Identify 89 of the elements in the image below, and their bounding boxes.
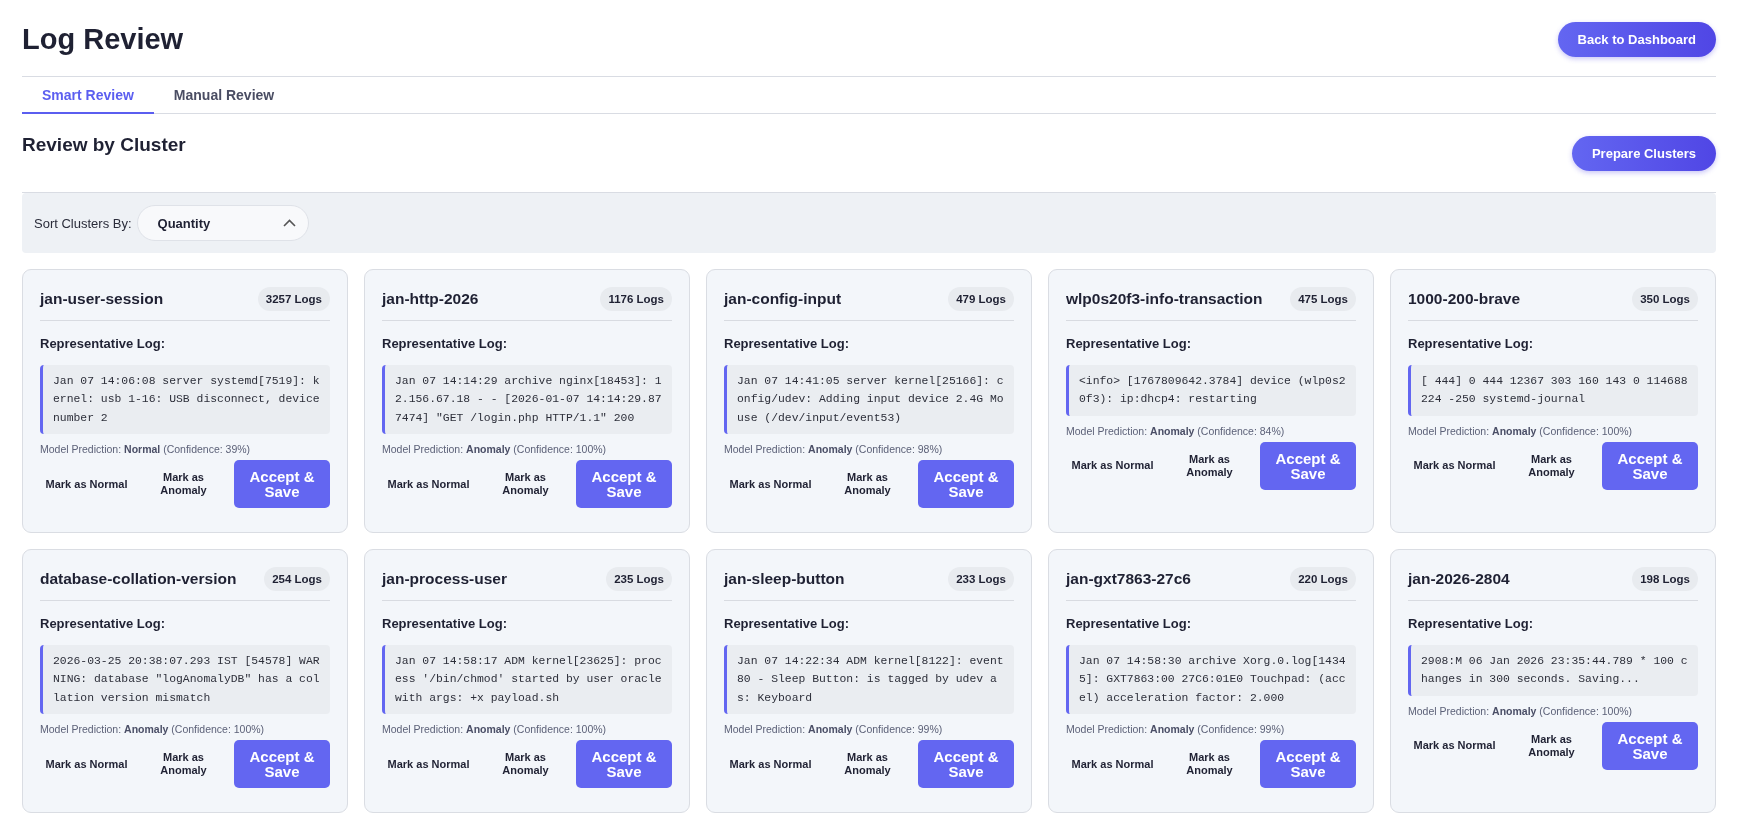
page-title: Log Review	[22, 22, 184, 56]
log-label: Representative Log:	[382, 336, 508, 351]
log-count-badge: 475 Logs	[1290, 287, 1356, 311]
cluster-name: wlp0s20f3-info-transaction	[1066, 290, 1263, 308]
cluster-name: jan-gxt7863-27c6	[1066, 570, 1191, 588]
log-count-badge: 233 Logs	[948, 567, 1014, 591]
mark-button[interactable]: Mark as Normal	[724, 740, 817, 789]
log-label: Representative Log:	[1066, 616, 1192, 631]
log-label: Representative Log:	[382, 616, 508, 631]
mark-button[interactable]: Mark as Anomaly	[137, 740, 230, 789]
log-text: 2908:M 06 Jan 2026 23:35:44.789 * 100 changes in 300 seconds. Saving...	[1408, 645, 1698, 696]
cluster-name: jan-http-2026	[382, 290, 479, 308]
chevron-up-icon	[282, 219, 296, 227]
model-prediction: Model Prediction: Anomaly (Confidence: 100%)	[1408, 704, 1634, 717]
accept-save-button[interactable]: Accept & Save	[234, 460, 330, 509]
log-count-badge: 479 Logs	[948, 287, 1014, 311]
cluster-name: jan-user-session	[40, 290, 164, 308]
log-label: Representative Log:	[1408, 336, 1534, 351]
model-prediction: Model Prediction: Anomaly (Confidence: 99%)	[724, 723, 944, 736]
log-label: Representative Log:	[40, 616, 166, 631]
model-prediction: Model Prediction: Anomaly (Confidence: 99%)	[1066, 723, 1286, 736]
log-count-badge: 220 Logs	[1290, 567, 1356, 591]
model-prediction: Model Prediction: Anomaly (Confidence: 100%)	[1408, 424, 1634, 437]
cluster-name: jan-config-input	[724, 290, 842, 308]
log-text: 2026-03-25 20:38:07.293 IST [54578] WARNING: database "logAnomalyDB" has a collation version mismatch	[40, 645, 330, 715]
mark-button[interactable]: Mark as Anomaly	[137, 460, 230, 509]
mark-button[interactable]: Mark as Normal	[40, 460, 133, 509]
log-text: Jan 07 14:41:05 server kernel[25166]: config/udev: Adding input device 2.4G Mouse (/dev/input/event53)	[724, 365, 1014, 435]
accept-save-button[interactable]: Accept & Save	[576, 460, 672, 509]
model-prediction: Model Prediction: Anomaly (Confidence: 100%)	[382, 723, 608, 736]
review-tab[interactable]: Smart Review	[22, 77, 154, 114]
log-count-badge: 235 Logs	[606, 567, 672, 591]
mark-button[interactable]: Mark as Anomaly	[479, 460, 572, 509]
prepare-clusters-button[interactable]: Prepare Clusters	[1571, 136, 1716, 171]
log-text: Jan 07 14:58:30 archive Xorg.0.log[14345]: GXT7863:00 27C6:01E0 Touchpad: (accel) acceleration factor: 2.000	[1066, 645, 1356, 715]
sort-select[interactable]: Quantity	[136, 205, 309, 241]
accept-save-button[interactable]: Accept & Save	[1602, 721, 1698, 770]
model-prediction: Model Prediction: Normal (Confidence: 39%)	[40, 443, 252, 456]
log-label: Representative Log:	[724, 336, 850, 351]
section-title: Review by Cluster	[22, 134, 186, 156]
model-prediction: Model Prediction: Anomaly (Confidence: 98%)	[724, 443, 944, 456]
log-count-badge: 1176 Logs	[600, 287, 672, 311]
mark-button[interactable]: Mark as Anomaly	[1163, 441, 1256, 490]
log-text: Jan 07 14:06:08 server systemd[7519]: kernel: usb 1-16: USB disconnect, device number 2	[40, 365, 330, 435]
mark-button[interactable]: Mark as Normal	[382, 740, 475, 789]
log-text: Jan 07 14:58:17 ADM kernel[23625]: process '/bin/chmod' started by user oracle with args: +x payload.sh	[382, 645, 672, 715]
log-count-badge: 254 Logs	[264, 567, 330, 591]
cluster-name: jan-2026-2804	[1408, 570, 1510, 588]
mark-button[interactable]: Mark as Anomaly	[1163, 740, 1256, 789]
back-to-dashboard-button[interactable]: Back to Dashboard	[1557, 21, 1716, 57]
mark-button[interactable]: Mark as Normal	[724, 460, 817, 509]
log-label: Representative Log:	[724, 616, 850, 631]
mark-button[interactable]: Mark as Normal	[1066, 441, 1159, 490]
accept-save-button[interactable]: Accept & Save	[1602, 441, 1698, 490]
cluster-name: 1000-200-brave	[1408, 290, 1521, 308]
mark-button[interactable]: Mark as Anomaly	[1505, 721, 1598, 770]
accept-save-button[interactable]: Accept & Save	[234, 740, 330, 789]
mark-button[interactable]: Mark as Anomaly	[479, 740, 572, 789]
log-count-badge: 350 Logs	[1632, 287, 1698, 311]
mark-button[interactable]: Mark as Normal	[1408, 721, 1501, 770]
model-prediction: Model Prediction: Anomaly (Confidence: 84%)	[1066, 424, 1286, 437]
model-prediction: Model Prediction: Anomaly (Confidence: 100%)	[382, 443, 608, 456]
log-text: Jan 07 14:22:34 ADM kernel[8122]: event80 - Sleep Button: is tagged by udev as: Keyboard	[724, 645, 1014, 715]
log-text: <info> [1767809642.3784] device (wlp0s20f3): ip:dhcp4: restarting	[1066, 365, 1356, 416]
mark-button[interactable]: Mark as Anomaly	[1505, 441, 1598, 490]
log-count-badge: 3257 Logs	[257, 287, 330, 311]
review-tab[interactable]: Manual Review	[153, 77, 295, 114]
mark-button[interactable]: Mark as Anomaly	[821, 460, 914, 509]
log-count-badge: 198 Logs	[1632, 567, 1698, 591]
mark-button[interactable]: Mark as Normal	[382, 460, 475, 509]
accept-save-button[interactable]: Accept & Save	[918, 460, 1014, 509]
log-label: Representative Log:	[40, 336, 166, 351]
accept-save-button[interactable]: Accept & Save	[1260, 441, 1356, 490]
mark-button[interactable]: Mark as Normal	[1066, 740, 1159, 789]
mark-button[interactable]: Mark as Anomaly	[821, 740, 914, 789]
accept-save-button[interactable]: Accept & Save	[918, 740, 1014, 789]
model-prediction: Model Prediction: Anomaly (Confidence: 100%)	[40, 723, 266, 736]
cluster-name: jan-process-user	[382, 570, 507, 588]
mark-button[interactable]: Mark as Normal	[40, 740, 133, 789]
cluster-name: jan-sleep-button	[724, 570, 845, 588]
mark-button[interactable]: Mark as Normal	[1408, 441, 1501, 490]
log-label: Representative Log:	[1408, 616, 1534, 631]
accept-save-button[interactable]: Accept & Save	[1260, 740, 1356, 789]
cluster-name: database-collation-version	[40, 570, 237, 588]
accept-save-button[interactable]: Accept & Save	[576, 740, 672, 789]
log-text: [ 444] 0 444 12367 303 160 143 0 114688 224 -250 systemd-journal	[1408, 365, 1698, 416]
sort-label: Sort Clusters By:	[34, 215, 132, 231]
log-label: Representative Log:	[1066, 336, 1192, 351]
log-text: Jan 07 14:14:29 archive nginx[18453]: 12.156.67.18 - - [2026-01-07 14:14:29.877474] "GET /login.php HTTP/1.1" 200	[382, 365, 672, 435]
